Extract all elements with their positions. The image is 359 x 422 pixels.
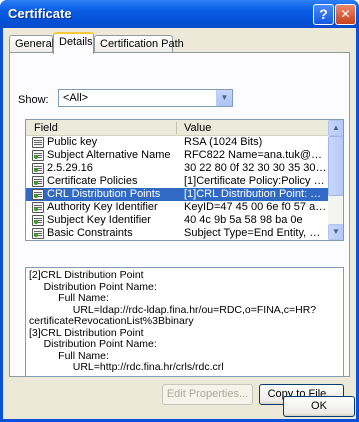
certificate-extension-icon [32,150,44,161]
list-item[interactable]: Certificate Policies [1]Certificate Polic… [26,175,328,188]
fields-list[interactable]: Field Value Public key RSA (1024 Bits) Sub… [25,119,344,241]
list-item-field: CRL Distribution Points [47,188,161,200]
list-item[interactable]: CRL Distribution Points [1]CRL Distributi… [26,188,328,201]
scroll-down-icon[interactable]: ▼ [328,224,343,240]
show-dropdown-value: <All> [63,92,89,104]
certificate-extension-icon [32,163,44,174]
list-header: Field Value [26,120,328,136]
list-item[interactable]: 2.5.29.16 30 22 80 0f 32 30 30 35 30 33..… [26,162,328,175]
list-item-value: 40 4c 9b 5a 58 98 ba 0e [184,214,303,226]
list-item[interactable]: Subject Alternative Name RFC822 Name=ana.… [26,149,328,162]
tab-general[interactable]: General [9,35,54,53]
dialog-body: General Details Certification Path Show:… [3,28,356,419]
certificate-extension-icon [32,215,44,226]
certificate-extension-icon [32,228,44,239]
certificate-extension-icon [32,189,44,200]
list-item-value: Subject Type=End Entity, Pat... [184,227,327,239]
tab-details[interactable]: Details [53,32,94,54]
list-item[interactable]: Authority Key Identifier KeyID=47 45 00 6… [26,201,328,214]
list-item-field: Authority Key Identifier [47,201,158,213]
help-button[interactable]: ? [313,4,334,25]
chevron-down-icon[interactable]: ▼ [216,90,232,106]
column-header-field[interactable]: Field [34,122,58,134]
list-item-field: Certificate Policies [47,175,138,187]
edit-properties-button[interactable]: Edit Properties... [162,384,253,405]
close-button[interactable]: ✕ [335,4,356,25]
list-item-value: KeyID=47 45 00 6e f0 57 a6 c0 [184,201,327,213]
show-label: Show: [18,94,49,106]
list-item-value: RSA (1024 Bits) [184,136,263,148]
scroll-up-icon[interactable]: ▲ [328,120,343,136]
list-item-value: RFC822 Name=ana.tuk@omvi... [184,149,327,161]
list-item-value: [1]Certificate Policy:Policy Ide... [184,175,327,187]
help-icon: ? [319,6,328,22]
close-icon: ✕ [340,7,351,21]
list-item-value: [1]CRL Distribution Point: Distr... [184,188,327,200]
certificate-extension-icon [32,176,44,187]
ok-button[interactable]: OK [283,396,355,417]
list-item[interactable]: Subject Key Identifier 40 4c 9b 5a 58 98 … [26,214,328,227]
certificate-extension-icon [32,202,44,213]
list-item[interactable]: Public key RSA (1024 Bits) [26,136,328,149]
field-detail-box[interactable]: [2]CRL Distribution Point Distribution P… [25,267,344,377]
list-item[interactable]: Basic Constraints Subject Type=End Entity… [26,227,328,240]
scrollbar-thumb[interactable] [328,136,343,196]
list-item-value: 30 22 80 0f 32 30 30 35 30 33... [184,162,327,174]
list-rows: Public key RSA (1024 Bits) Subject Alterna… [26,136,328,240]
title-bar[interactable]: Certificate ? ✕ [0,0,359,28]
document-icon [32,137,44,148]
field-detail-text: [2]CRL Distribution Point Distribution P… [29,269,317,373]
column-divider[interactable] [176,122,177,134]
list-item-field: Basic Constraints [47,227,133,239]
show-dropdown[interactable]: <All> ▼ [58,89,233,107]
window-title: Certificate [8,6,72,21]
list-scrollbar[interactable]: ▲ ▼ [328,120,343,240]
column-header-value[interactable]: Value [184,122,211,134]
details-panel: Show: <All> ▼ Field Value Public key RSA … [9,52,350,405]
list-item-field: Subject Alternative Name [47,149,171,161]
list-item-field: Public key [47,136,98,148]
list-item-field: Subject Key Identifier [47,214,151,226]
list-item-field: 2.5.29.16 [47,162,93,174]
certificate-dialog: Certificate ? ✕ General Details Certific… [0,0,359,422]
tab-certification-path[interactable]: Certification Path [94,35,184,53]
